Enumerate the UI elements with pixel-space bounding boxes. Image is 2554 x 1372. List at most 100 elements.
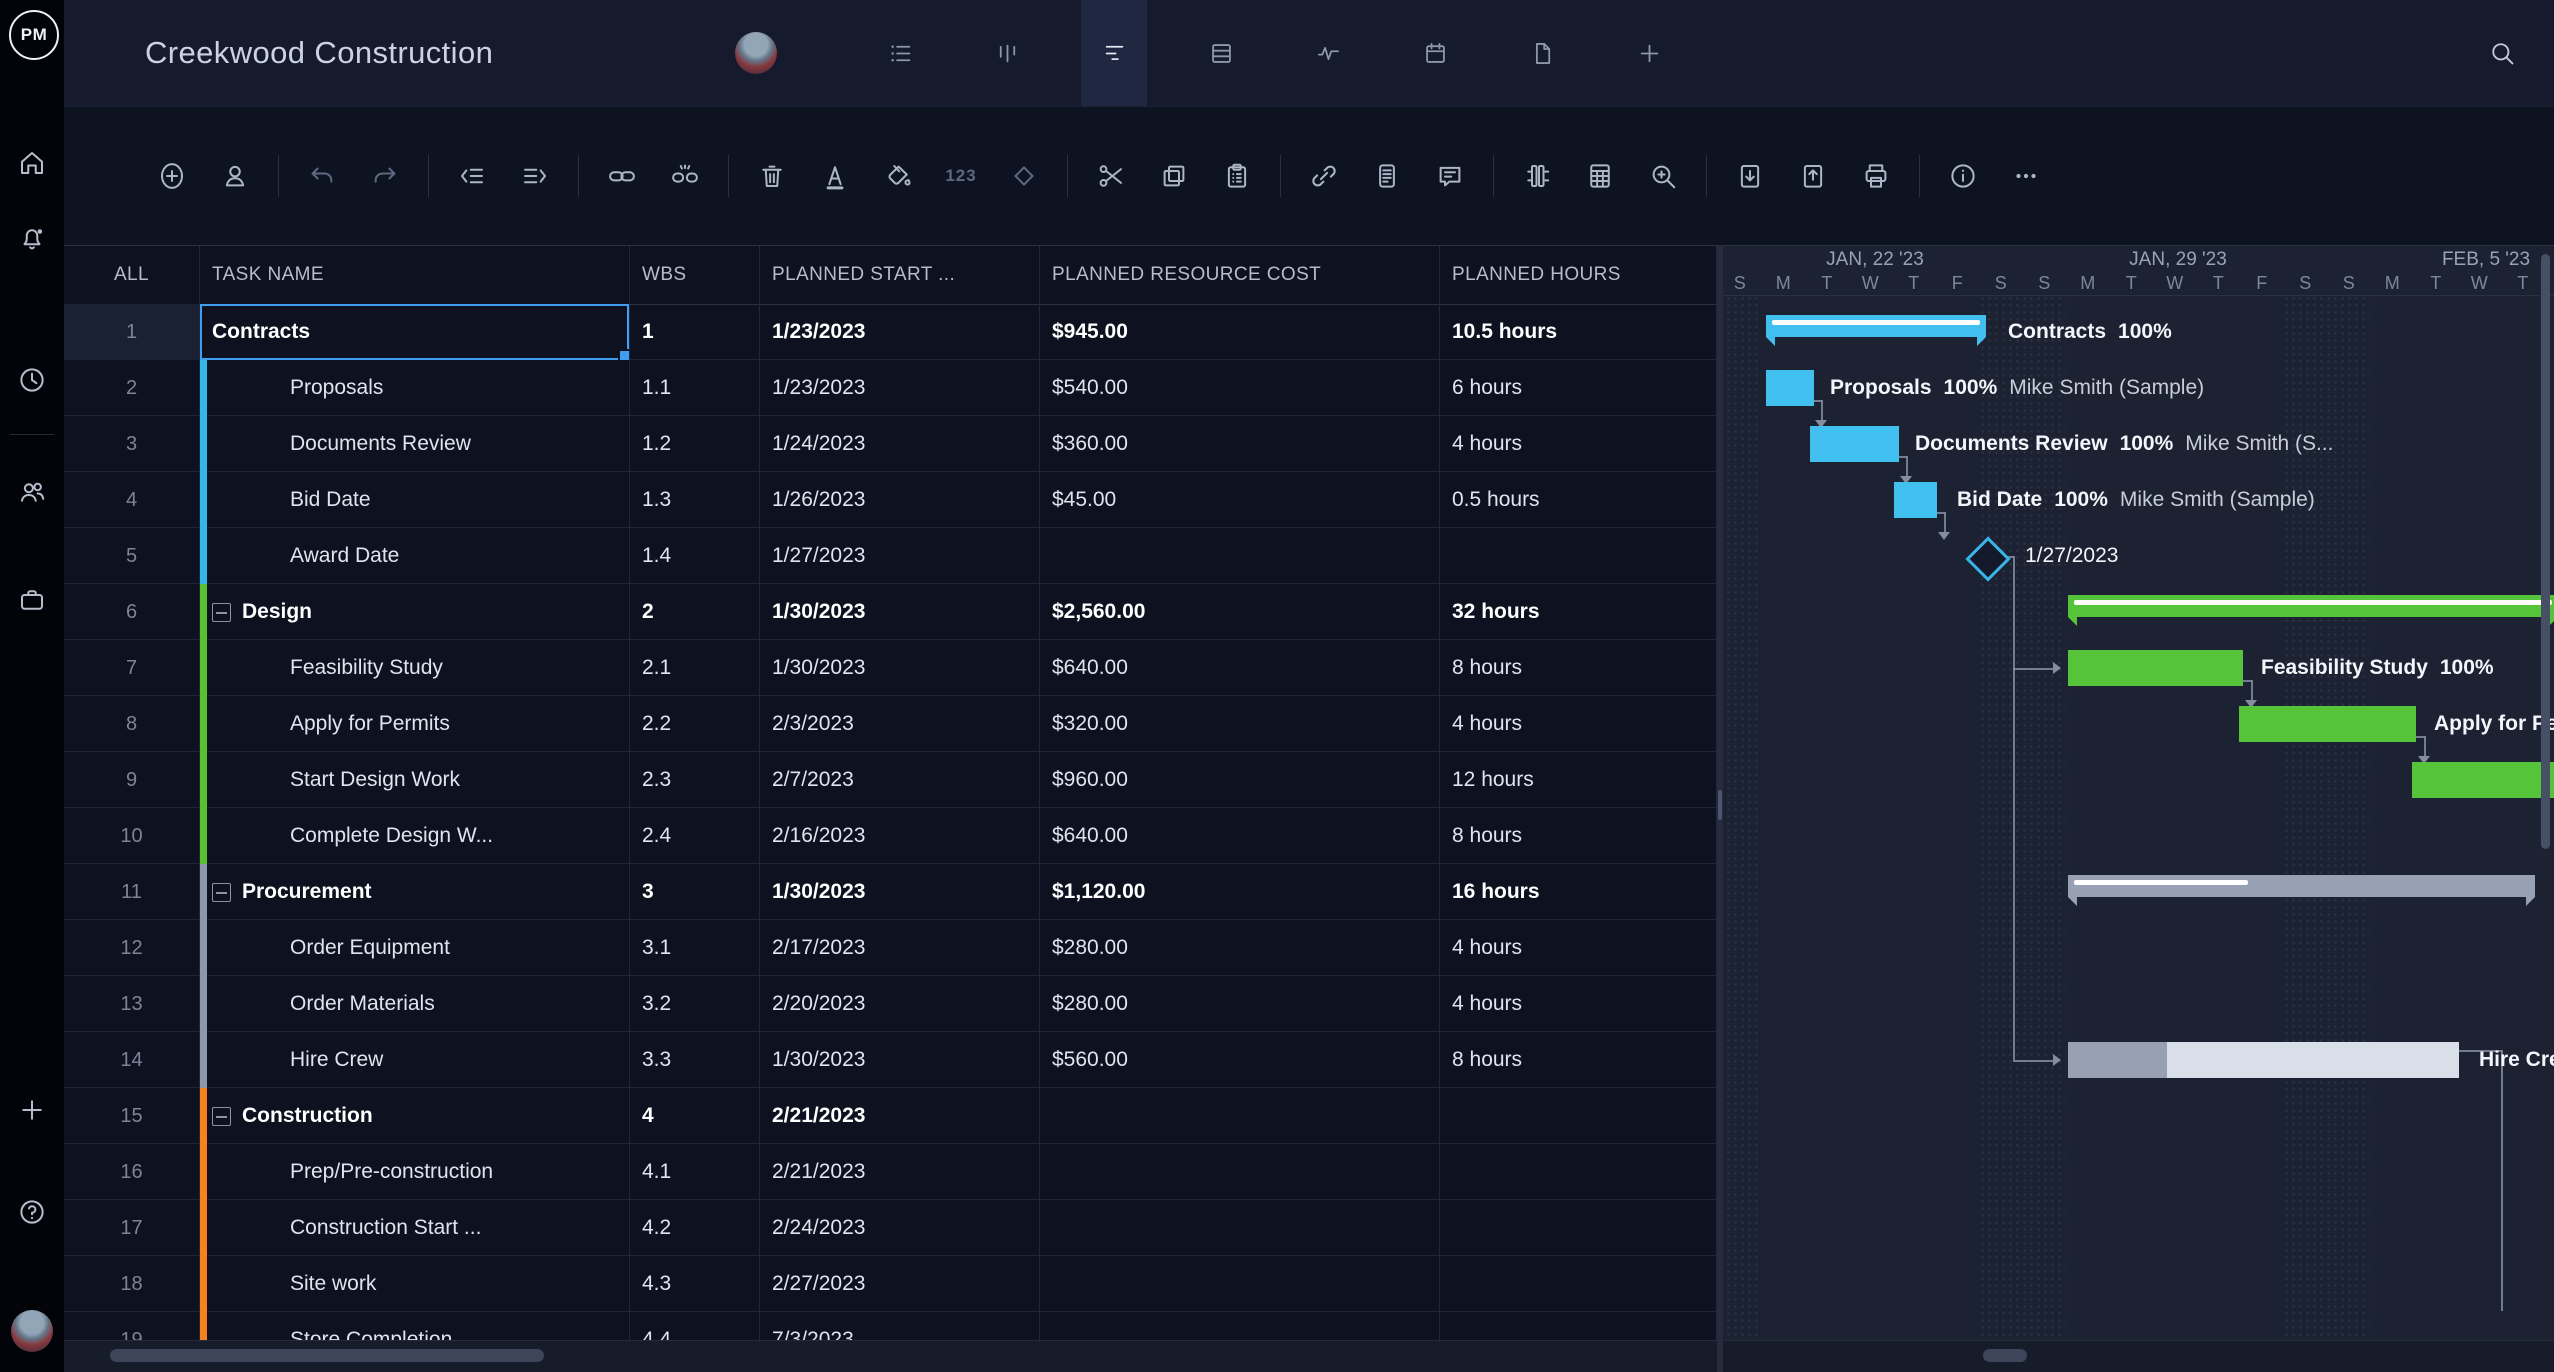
- task-bar[interactable]: [1766, 370, 1814, 406]
- cell-wbs[interactable]: 3.1: [630, 920, 760, 976]
- task-bar[interactable]: [1810, 426, 1899, 462]
- cell-cost[interactable]: [1040, 528, 1440, 584]
- print-icon[interactable]: [1854, 154, 1898, 198]
- font-color-icon[interactable]: [813, 154, 857, 198]
- cell-hours[interactable]: [1440, 1312, 1717, 1341]
- cell-start[interactable]: 2/17/2023: [760, 920, 1040, 976]
- cell-wbs[interactable]: 2.4: [630, 808, 760, 864]
- cell-cost[interactable]: $540.00: [1040, 360, 1440, 416]
- cell-num[interactable]: 13: [64, 976, 200, 1032]
- column-header-planned-start[interactable]: PLANNED START ...: [760, 246, 1040, 304]
- cell-wbs[interactable]: 1.1: [630, 360, 760, 416]
- add-task-icon[interactable]: [150, 154, 194, 198]
- task-bar[interactable]: [2239, 706, 2416, 742]
- column-header-planned-hours[interactable]: PLANNED HOURS: [1440, 246, 1717, 304]
- cell-num[interactable]: 18: [64, 1256, 200, 1312]
- cell-wbs[interactable]: 3.3: [630, 1032, 760, 1088]
- cell-cost[interactable]: $960.00: [1040, 752, 1440, 808]
- cell-start[interactable]: 2/24/2023: [760, 1200, 1040, 1256]
- cell-hours[interactable]: 10.5 hours: [1440, 304, 1717, 360]
- cell-num[interactable]: 16: [64, 1144, 200, 1200]
- gantt-hscroll-track[interactable]: [1723, 1340, 2554, 1372]
- assign-user-icon[interactable]: [213, 154, 257, 198]
- comment-icon[interactable]: [1428, 154, 1472, 198]
- cell-name[interactable]: Site work: [200, 1256, 630, 1312]
- cell-cost[interactable]: $640.00: [1040, 808, 1440, 864]
- collapse-toggle-icon[interactable]: [212, 1106, 231, 1126]
- cell-cost[interactable]: $320.00: [1040, 696, 1440, 752]
- cell-name[interactable]: Start Design Work: [200, 752, 630, 808]
- cell-name[interactable]: Design: [200, 584, 630, 640]
- attachment-icon[interactable]: [1302, 154, 1346, 198]
- gantt-view-tab[interactable]: [1081, 0, 1147, 106]
- cell-cost[interactable]: $945.00: [1040, 304, 1440, 360]
- cut-icon[interactable]: [1089, 154, 1133, 198]
- table-hscroll-thumb[interactable]: [110, 1349, 544, 1362]
- cell-num[interactable]: 8: [64, 696, 200, 752]
- cell-wbs[interactable]: 4: [630, 1088, 760, 1144]
- redo-icon[interactable]: [363, 154, 407, 198]
- cell-hours[interactable]: 8 hours: [1440, 808, 1717, 864]
- cell-wbs[interactable]: 1.3: [630, 472, 760, 528]
- task-bar[interactable]: [2412, 762, 2554, 798]
- collapse-toggle-icon[interactable]: [212, 882, 231, 902]
- cell-name[interactable]: Complete Design W...: [200, 808, 630, 864]
- project-owner-avatar[interactable]: [735, 32, 777, 74]
- cell-cost[interactable]: [1040, 1256, 1440, 1312]
- number-format-icon[interactable]: 123: [939, 154, 983, 198]
- cell-wbs[interactable]: 2.2: [630, 696, 760, 752]
- cell-start[interactable]: 2/16/2023: [760, 808, 1040, 864]
- cell-cost[interactable]: $560.00: [1040, 1032, 1440, 1088]
- column-header-planned-resource-cost[interactable]: PLANNED RESOURCE COST: [1040, 246, 1440, 304]
- cell-wbs[interactable]: 1.4: [630, 528, 760, 584]
- cell-start[interactable]: 2/21/2023: [760, 1088, 1040, 1144]
- cell-name[interactable]: Feasibility Study: [200, 640, 630, 696]
- cell-start[interactable]: 1/27/2023: [760, 528, 1040, 584]
- notes-icon[interactable]: [1365, 154, 1409, 198]
- list-view-tab[interactable]: [867, 0, 933, 106]
- cell-num[interactable]: 7: [64, 640, 200, 696]
- calculator-icon[interactable]: [1578, 154, 1622, 198]
- cell-wbs[interactable]: 3: [630, 864, 760, 920]
- cell-num[interactable]: 19: [64, 1312, 200, 1341]
- home-icon[interactable]: [17, 148, 47, 178]
- cell-wbs[interactable]: 3.2: [630, 976, 760, 1032]
- cell-hours[interactable]: 4 hours: [1440, 920, 1717, 976]
- cell-name[interactable]: Prep/Pre-construction: [200, 1144, 630, 1200]
- cell-wbs[interactable]: 4.2: [630, 1200, 760, 1256]
- cell-start[interactable]: 1/30/2023: [760, 864, 1040, 920]
- cell-wbs[interactable]: 4.4: [630, 1312, 760, 1341]
- cell-num[interactable]: 14: [64, 1032, 200, 1088]
- collapse-toggle-icon[interactable]: [212, 602, 231, 622]
- cell-name[interactable]: Order Materials: [200, 976, 630, 1032]
- cell-hours[interactable]: 4 hours: [1440, 976, 1717, 1032]
- fill-color-icon[interactable]: [876, 154, 920, 198]
- cell-wbs[interactable]: 2.1: [630, 640, 760, 696]
- cell-cost[interactable]: $1,120.00: [1040, 864, 1440, 920]
- paste-icon[interactable]: [1215, 154, 1259, 198]
- cell-cost[interactable]: $280.00: [1040, 920, 1440, 976]
- cell-num[interactable]: 4: [64, 472, 200, 528]
- activity-view-tab[interactable]: [1295, 0, 1361, 106]
- cell-hours[interactable]: [1440, 1088, 1717, 1144]
- cell-name[interactable]: Documents Review: [200, 416, 630, 472]
- cell-wbs[interactable]: 4.3: [630, 1256, 760, 1312]
- cell-num[interactable]: 1: [64, 304, 200, 360]
- cell-name[interactable]: Bid Date: [200, 472, 630, 528]
- cell-cost[interactable]: $640.00: [1040, 640, 1440, 696]
- copy-icon[interactable]: [1152, 154, 1196, 198]
- cell-num[interactable]: 17: [64, 1200, 200, 1256]
- summary-bar[interactable]: [2068, 875, 2535, 897]
- cell-start[interactable]: 2/7/2023: [760, 752, 1040, 808]
- cell-wbs[interactable]: 1.2: [630, 416, 760, 472]
- outdent-icon[interactable]: [450, 154, 494, 198]
- cell-num[interactable]: 11: [64, 864, 200, 920]
- export-icon[interactable]: [1791, 154, 1835, 198]
- splitter-grip[interactable]: [1718, 790, 1722, 820]
- cell-start[interactable]: 1/26/2023: [760, 472, 1040, 528]
- cell-name[interactable]: Construction: [200, 1088, 630, 1144]
- cell-name[interactable]: Apply for Permits: [200, 696, 630, 752]
- help-icon[interactable]: [17, 1197, 47, 1227]
- docs-view-tab[interactable]: [1509, 0, 1575, 106]
- cell-start[interactable]: 1/23/2023: [760, 360, 1040, 416]
